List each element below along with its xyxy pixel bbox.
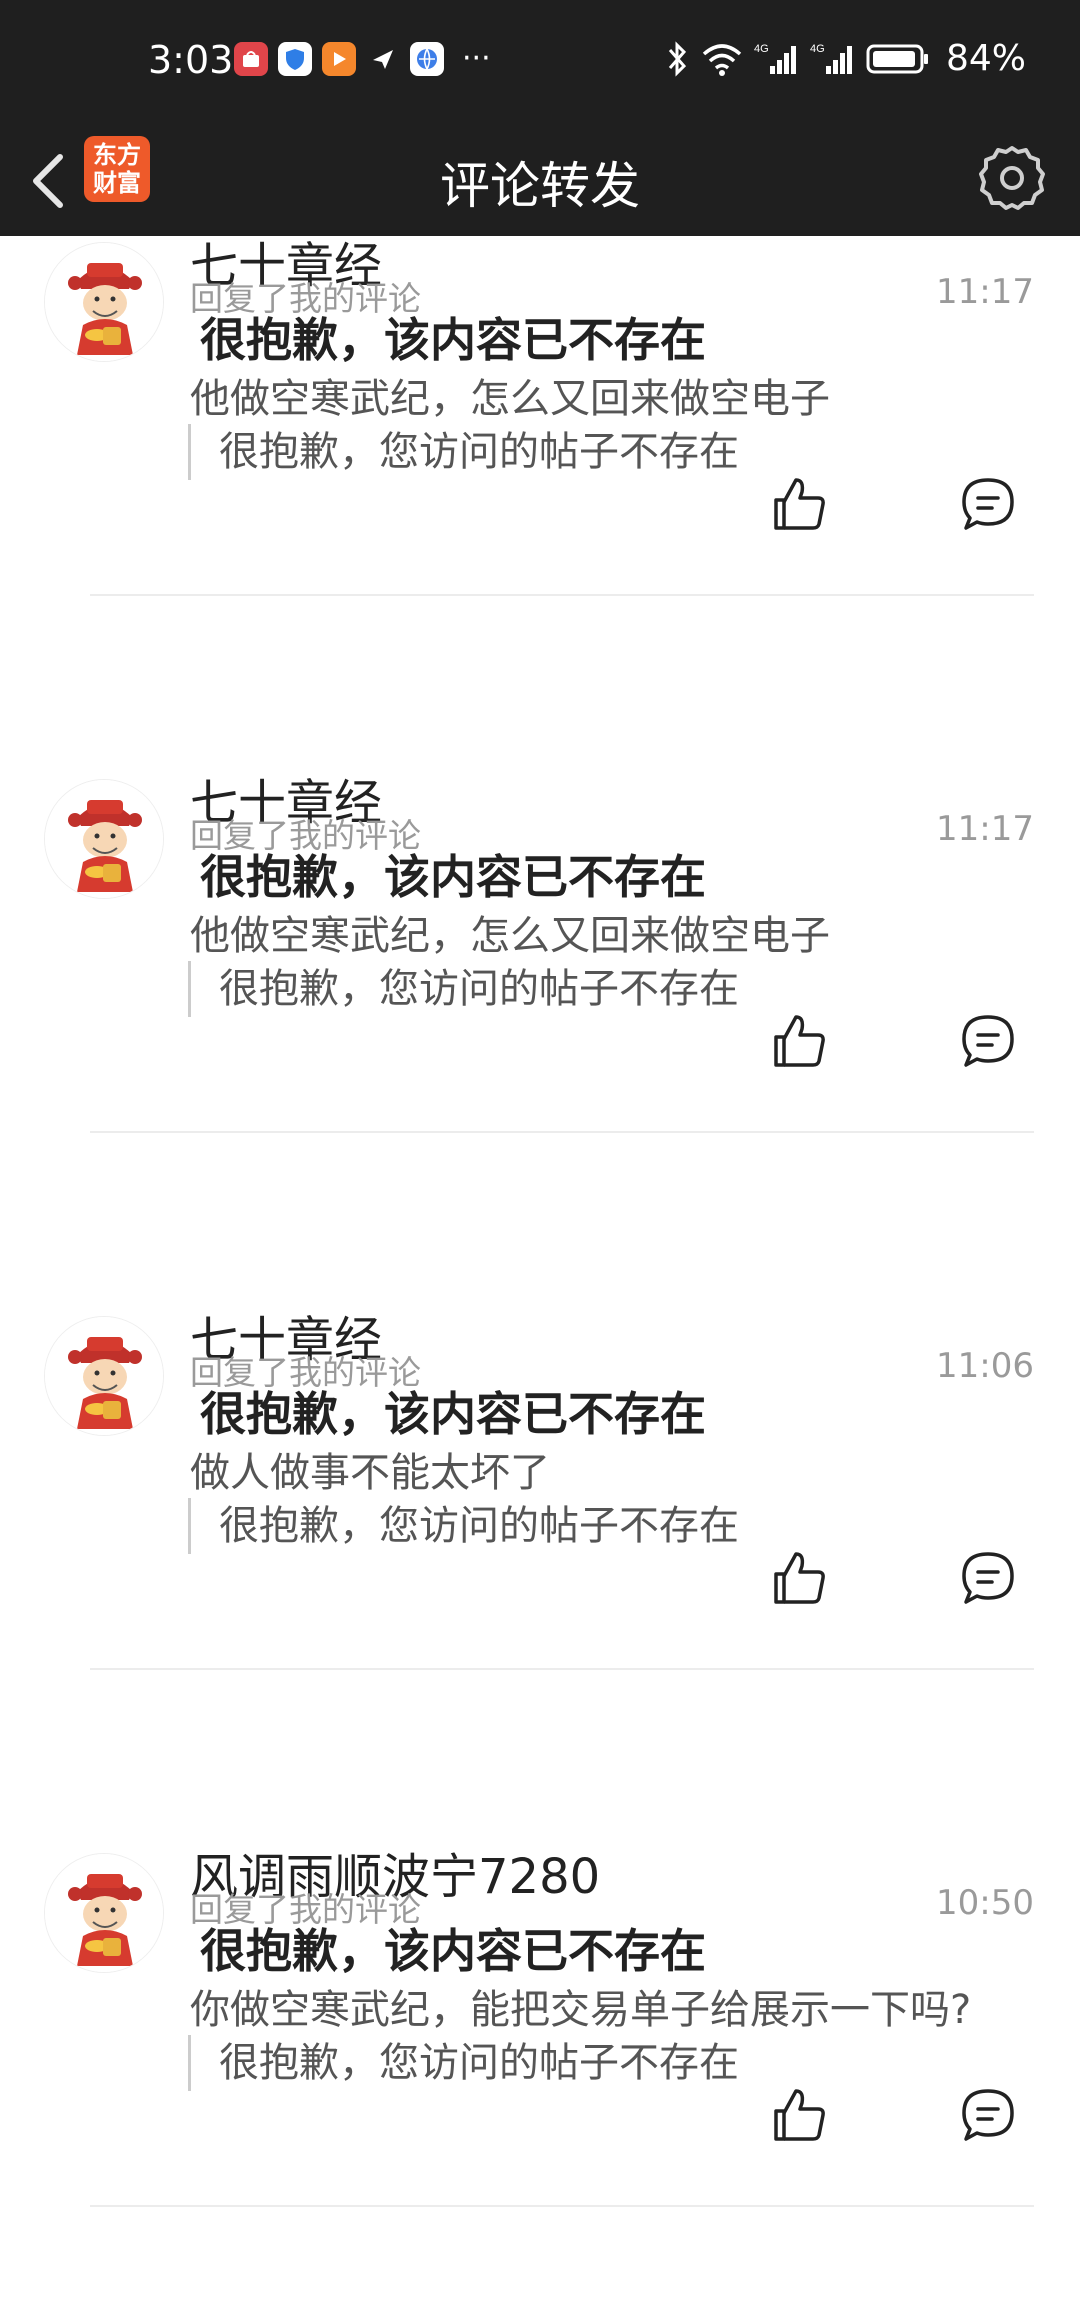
comment-item[interactable]: 七十章经 回复了我的评论 11:06 很抱歉，该内容已不存在 做人做事不能太坏了… [0, 1308, 1080, 1845]
avatar[interactable] [44, 242, 164, 362]
like-button[interactable] [760, 1538, 840, 1618]
comment-body[interactable]: 他做空寒武纪，怎么又回来做空电子 [190, 366, 830, 424]
paper-plane-icon [366, 42, 400, 76]
quoted-post[interactable]: 很抱歉，您访问的帖子不存在 [188, 424, 739, 480]
thumbs-up-icon [774, 478, 825, 530]
comment-item[interactable]: 七十章经 回复了我的评论 11:17 很抱歉，该内容已不存在 他做空寒武纪，怎么… [0, 236, 1080, 771]
reply-button[interactable] [948, 2075, 1028, 2155]
item-divider [90, 1131, 1034, 1133]
thumbs-up-icon [774, 1552, 825, 1604]
browser-globe-icon [410, 42, 444, 76]
more-notifications-icon: ··· [462, 41, 491, 76]
battery-icon [866, 44, 928, 73]
item-divider [90, 1668, 1034, 1670]
security-shield-icon [278, 42, 312, 76]
thumbs-up-icon [774, 2089, 825, 2141]
status-bar: 3:03 ··· 4G 4G 84% [0, 0, 1080, 124]
svg-text:4G: 4G [754, 43, 769, 55]
comment-bubble-icon [962, 1552, 1014, 1604]
god-of-wealth-avatar-icon [45, 1317, 163, 1435]
avatar[interactable] [44, 779, 164, 899]
status-right: 4G 4G 84% [666, 38, 1026, 79]
reply-button[interactable] [948, 464, 1028, 544]
wifi-icon [702, 43, 742, 76]
thumbs-up-icon [774, 1015, 825, 1067]
comment-time: 11:17 [936, 272, 1034, 312]
status-time: 3:03 [148, 38, 234, 82]
quoted-post[interactable]: 很抱歉，您访问的帖子不存在 [188, 2035, 739, 2091]
comment-time: 11:17 [936, 809, 1034, 849]
battery-percent: 84% [945, 38, 1026, 79]
removed-content-headline: 很抱歉，该内容已不存在 [200, 850, 706, 904]
status-app-icons: ··· [234, 42, 491, 76]
comment-time: 11:06 [936, 1346, 1034, 1386]
avatar[interactable] [44, 1316, 164, 1436]
removed-content-headline: 很抱歉，该内容已不存在 [200, 1924, 706, 1978]
page-title: 评论转发 [440, 157, 640, 215]
reply-button[interactable] [948, 1538, 1028, 1618]
item-divider [90, 594, 1034, 596]
bluetooth-icon [668, 40, 687, 77]
comment-bubble-icon [962, 2089, 1014, 2141]
gear-icon [979, 146, 1045, 210]
settings-button[interactable] [974, 140, 1050, 216]
comment-body[interactable]: 做人做事不能太坏了 [190, 1440, 550, 1498]
avatar[interactable] [44, 1853, 164, 1973]
comment-time: 10:50 [936, 1883, 1034, 1923]
signal-4g-icon-2: 4G [810, 43, 852, 74]
god-of-wealth-avatar-icon [45, 1854, 163, 1972]
nav-bar: 东方 财富 评论转发 [0, 124, 1080, 236]
comment-bubble-icon [962, 1015, 1014, 1067]
svg-text:4G: 4G [810, 43, 825, 55]
like-button[interactable] [760, 1001, 840, 1081]
comment-feed[interactable]: 七十章经 回复了我的评论 11:17 很抱歉，该内容已不存在 他做空寒武纪，怎么… [0, 236, 1080, 2310]
like-button[interactable] [760, 464, 840, 544]
comment-item[interactable]: 七十章经 回复了我的评论 11:17 很抱歉，该内容已不存在 他做空寒武纪，怎么… [0, 771, 1080, 1308]
video-player-icon [322, 42, 356, 76]
item-divider [90, 2205, 1034, 2207]
like-button[interactable] [760, 2075, 840, 2155]
comment-body[interactable]: 他做空寒武纪，怎么又回来做空电子 [190, 903, 830, 961]
quoted-post[interactable]: 很抱歉，您访问的帖子不存在 [188, 961, 739, 1017]
comment-bubble-icon [962, 478, 1014, 530]
quoted-post[interactable]: 很抱歉，您访问的帖子不存在 [188, 1498, 739, 1554]
huawei-store-icon [234, 42, 268, 76]
signal-4g-icon: 4G [754, 43, 796, 74]
comment-item[interactable]: 风调雨顺波宁7280 回复了我的评论 10:50 很抱歉，该内容已不存在 你做空… [0, 1845, 1080, 2310]
reply-button[interactable] [948, 1001, 1028, 1081]
god-of-wealth-avatar-icon [45, 780, 163, 898]
god-of-wealth-avatar-icon [45, 243, 163, 361]
removed-content-headline: 很抱歉，该内容已不存在 [200, 313, 706, 367]
comment-body[interactable]: 你做空寒武纪，能把交易单子给展示一下吗? [190, 1977, 971, 2035]
removed-content-headline: 很抱歉，该内容已不存在 [200, 1387, 706, 1441]
